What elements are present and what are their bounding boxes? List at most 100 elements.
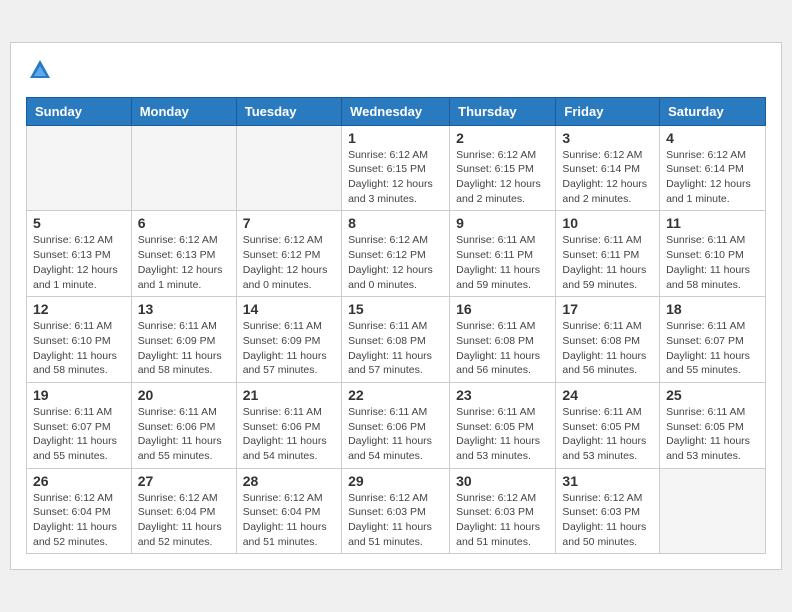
day-info: Sunrise: 6:12 AM Sunset: 6:14 PM Dayligh… — [562, 148, 653, 207]
calendar-cell — [236, 125, 341, 211]
day-info: Sunrise: 6:11 AM Sunset: 6:11 PM Dayligh… — [562, 233, 653, 292]
day-info: Sunrise: 6:11 AM Sunset: 6:10 PM Dayligh… — [666, 233, 759, 292]
weekday-header-wednesday: Wednesday — [342, 97, 450, 125]
day-info: Sunrise: 6:12 AM Sunset: 6:13 PM Dayligh… — [138, 233, 230, 292]
day-number: 4 — [666, 130, 759, 146]
calendar-cell: 10 Sunrise: 6:11 AM Sunset: 6:11 PM Dayli… — [556, 211, 660, 297]
logo-icon — [28, 58, 52, 82]
calendar-cell: 26 Sunrise: 6:12 AM Sunset: 6:04 PM Dayli… — [27, 468, 132, 554]
day-info: Sunrise: 6:11 AM Sunset: 6:10 PM Dayligh… — [33, 319, 125, 378]
day-info: Sunrise: 6:11 AM Sunset: 6:09 PM Dayligh… — [243, 319, 335, 378]
day-info: Sunrise: 6:11 AM Sunset: 6:05 PM Dayligh… — [456, 405, 549, 464]
day-number: 23 — [456, 387, 549, 403]
calendar-cell: 27Sunrise: 6:12 AM Sunset: 6:04 PM Dayli… — [131, 468, 236, 554]
header-section — [26, 58, 766, 87]
calendar-cell: 19Sunrise: 6:11 AM Sunset: 6:07 PM Dayli… — [27, 382, 132, 468]
day-info: Sunrise: 6:11 AM Sunset: 6:07 PM Dayligh… — [666, 319, 759, 378]
calendar-table: SundayMondayTuesdayWednesdayThursdayFrid… — [26, 97, 766, 555]
week-row-5: 26 Sunrise: 6:12 AM Sunset: 6:04 PM Dayli… — [27, 468, 766, 554]
weekday-header-thursday: Thursday — [450, 97, 556, 125]
calendar-cell: 1 Sunrise: 6:12 AM Sunset: 6:15 PM Daylig… — [342, 125, 450, 211]
calendar-cell — [131, 125, 236, 211]
calendar-cell: 3 Sunrise: 6:12 AM Sunset: 6:14 PM Daylig… — [556, 125, 660, 211]
calendar-cell: 6 Sunrise: 6:12 AM Sunset: 6:13 PM Daylig… — [131, 211, 236, 297]
logo — [26, 58, 52, 87]
weekday-header-tuesday: Tuesday — [236, 97, 341, 125]
calendar-cell: 30 Sunrise: 6:12 AM Sunset: 6:03 PM Dayli… — [450, 468, 556, 554]
weekday-header-saturday: Saturday — [660, 97, 766, 125]
day-info: Sunrise: 6:12 AM Sunset: 6:13 PM Dayligh… — [33, 233, 125, 292]
calendar-cell — [27, 125, 132, 211]
calendar-cell: 24 Sunrise: 6:11 AM Sunset: 6:05 PM Dayli… — [556, 382, 660, 468]
calendar-cell: 13 Sunrise: 6:11 AM Sunset: 6:09 PM Dayli… — [131, 297, 236, 383]
day-number: 9 — [456, 215, 549, 231]
calendar-cell: 14 Sunrise: 6:11 AM Sunset: 6:09 PM Dayli… — [236, 297, 341, 383]
day-info: Sunrise: 6:11 AM Sunset: 6:06 PM Dayligh… — [243, 405, 335, 464]
day-number: 25 — [666, 387, 759, 403]
day-info: Sunrise: 6:12 AM Sunset: 6:14 PM Dayligh… — [666, 148, 759, 207]
day-info: Sunrise: 6:12 AM Sunset: 6:15 PM Dayligh… — [456, 148, 549, 207]
day-number: 21 — [243, 387, 335, 403]
day-number: 20 — [138, 387, 230, 403]
weekday-header-friday: Friday — [556, 97, 660, 125]
weekday-header-monday: Monday — [131, 97, 236, 125]
day-info: Sunrise: 6:11 AM Sunset: 6:08 PM Dayligh… — [456, 319, 549, 378]
weekday-header-sunday: Sunday — [27, 97, 132, 125]
day-info: Sunrise: 6:11 AM Sunset: 6:08 PM Dayligh… — [562, 319, 653, 378]
calendar-cell — [660, 468, 766, 554]
calendar-cell: 21 Sunrise: 6:11 AM Sunset: 6:06 PM Dayli… — [236, 382, 341, 468]
week-row-3: 12Sunrise: 6:11 AM Sunset: 6:10 PM Dayli… — [27, 297, 766, 383]
day-info: Sunrise: 6:12 AM Sunset: 6:03 PM Dayligh… — [348, 491, 443, 550]
day-number: 22 — [348, 387, 443, 403]
week-row-2: 5 Sunrise: 6:12 AM Sunset: 6:13 PM Daylig… — [27, 211, 766, 297]
day-number: 16 — [456, 301, 549, 317]
day-info: Sunrise: 6:12 AM Sunset: 6:15 PM Dayligh… — [348, 148, 443, 207]
day-info: Sunrise: 6:12 AM Sunset: 6:12 PM Dayligh… — [243, 233, 335, 292]
calendar-cell: 2 Sunrise: 6:12 AM Sunset: 6:15 PM Daylig… — [450, 125, 556, 211]
calendar-cell: 31Sunrise: 6:12 AM Sunset: 6:03 PM Dayli… — [556, 468, 660, 554]
week-row-4: 19Sunrise: 6:11 AM Sunset: 6:07 PM Dayli… — [27, 382, 766, 468]
calendar-cell: 18 Sunrise: 6:11 AM Sunset: 6:07 PM Dayli… — [660, 297, 766, 383]
day-info: Sunrise: 6:11 AM Sunset: 6:05 PM Dayligh… — [562, 405, 653, 464]
calendar-cell: 15Sunrise: 6:11 AM Sunset: 6:08 PM Dayli… — [342, 297, 450, 383]
calendar-cell: 5 Sunrise: 6:12 AM Sunset: 6:13 PM Daylig… — [27, 211, 132, 297]
day-number: 8 — [348, 215, 443, 231]
day-info: Sunrise: 6:11 AM Sunset: 6:11 PM Dayligh… — [456, 233, 549, 292]
calendar-cell: 9 Sunrise: 6:11 AM Sunset: 6:11 PM Daylig… — [450, 211, 556, 297]
day-number: 24 — [562, 387, 653, 403]
day-info: Sunrise: 6:11 AM Sunset: 6:06 PM Dayligh… — [348, 405, 443, 464]
day-info: Sunrise: 6:11 AM Sunset: 6:09 PM Dayligh… — [138, 319, 230, 378]
weekday-header-row: SundayMondayTuesdayWednesdayThursdayFrid… — [27, 97, 766, 125]
calendar-cell: 28 Sunrise: 6:12 AM Sunset: 6:04 PM Dayli… — [236, 468, 341, 554]
day-number: 14 — [243, 301, 335, 317]
day-info: Sunrise: 6:12 AM Sunset: 6:03 PM Dayligh… — [562, 491, 653, 550]
day-number: 7 — [243, 215, 335, 231]
day-info: Sunrise: 6:11 AM Sunset: 6:06 PM Dayligh… — [138, 405, 230, 464]
day-number: 26 — [33, 473, 125, 489]
week-row-1: 1 Sunrise: 6:12 AM Sunset: 6:15 PM Daylig… — [27, 125, 766, 211]
day-number: 13 — [138, 301, 230, 317]
day-info: Sunrise: 6:12 AM Sunset: 6:04 PM Dayligh… — [33, 491, 125, 550]
day-number: 10 — [562, 215, 653, 231]
calendar-cell: 17Sunrise: 6:11 AM Sunset: 6:08 PM Dayli… — [556, 297, 660, 383]
day-info: Sunrise: 6:12 AM Sunset: 6:04 PM Dayligh… — [243, 491, 335, 550]
day-info: Sunrise: 6:12 AM Sunset: 6:03 PM Dayligh… — [456, 491, 549, 550]
day-number: 30 — [456, 473, 549, 489]
day-number: 5 — [33, 215, 125, 231]
day-number: 11 — [666, 215, 759, 231]
calendar-cell: 23 Sunrise: 6:11 AM Sunset: 6:05 PM Dayli… — [450, 382, 556, 468]
calendar-container: SundayMondayTuesdayWednesdayThursdayFrid… — [10, 42, 782, 571]
day-number: 6 — [138, 215, 230, 231]
calendar-cell: 25 Sunrise: 6:11 AM Sunset: 6:05 PM Dayli… — [660, 382, 766, 468]
calendar-cell: 29 Sunrise: 6:12 AM Sunset: 6:03 PM Dayli… — [342, 468, 450, 554]
day-number: 18 — [666, 301, 759, 317]
day-number: 1 — [348, 130, 443, 146]
calendar-cell: 4 Sunrise: 6:12 AM Sunset: 6:14 PM Daylig… — [660, 125, 766, 211]
day-number: 2 — [456, 130, 549, 146]
day-number: 28 — [243, 473, 335, 489]
day-number: 3 — [562, 130, 653, 146]
day-number: 29 — [348, 473, 443, 489]
day-info: Sunrise: 6:11 AM Sunset: 6:07 PM Dayligh… — [33, 405, 125, 464]
day-info: Sunrise: 6:11 AM Sunset: 6:08 PM Dayligh… — [348, 319, 443, 378]
day-info: Sunrise: 6:11 AM Sunset: 6:05 PM Dayligh… — [666, 405, 759, 464]
